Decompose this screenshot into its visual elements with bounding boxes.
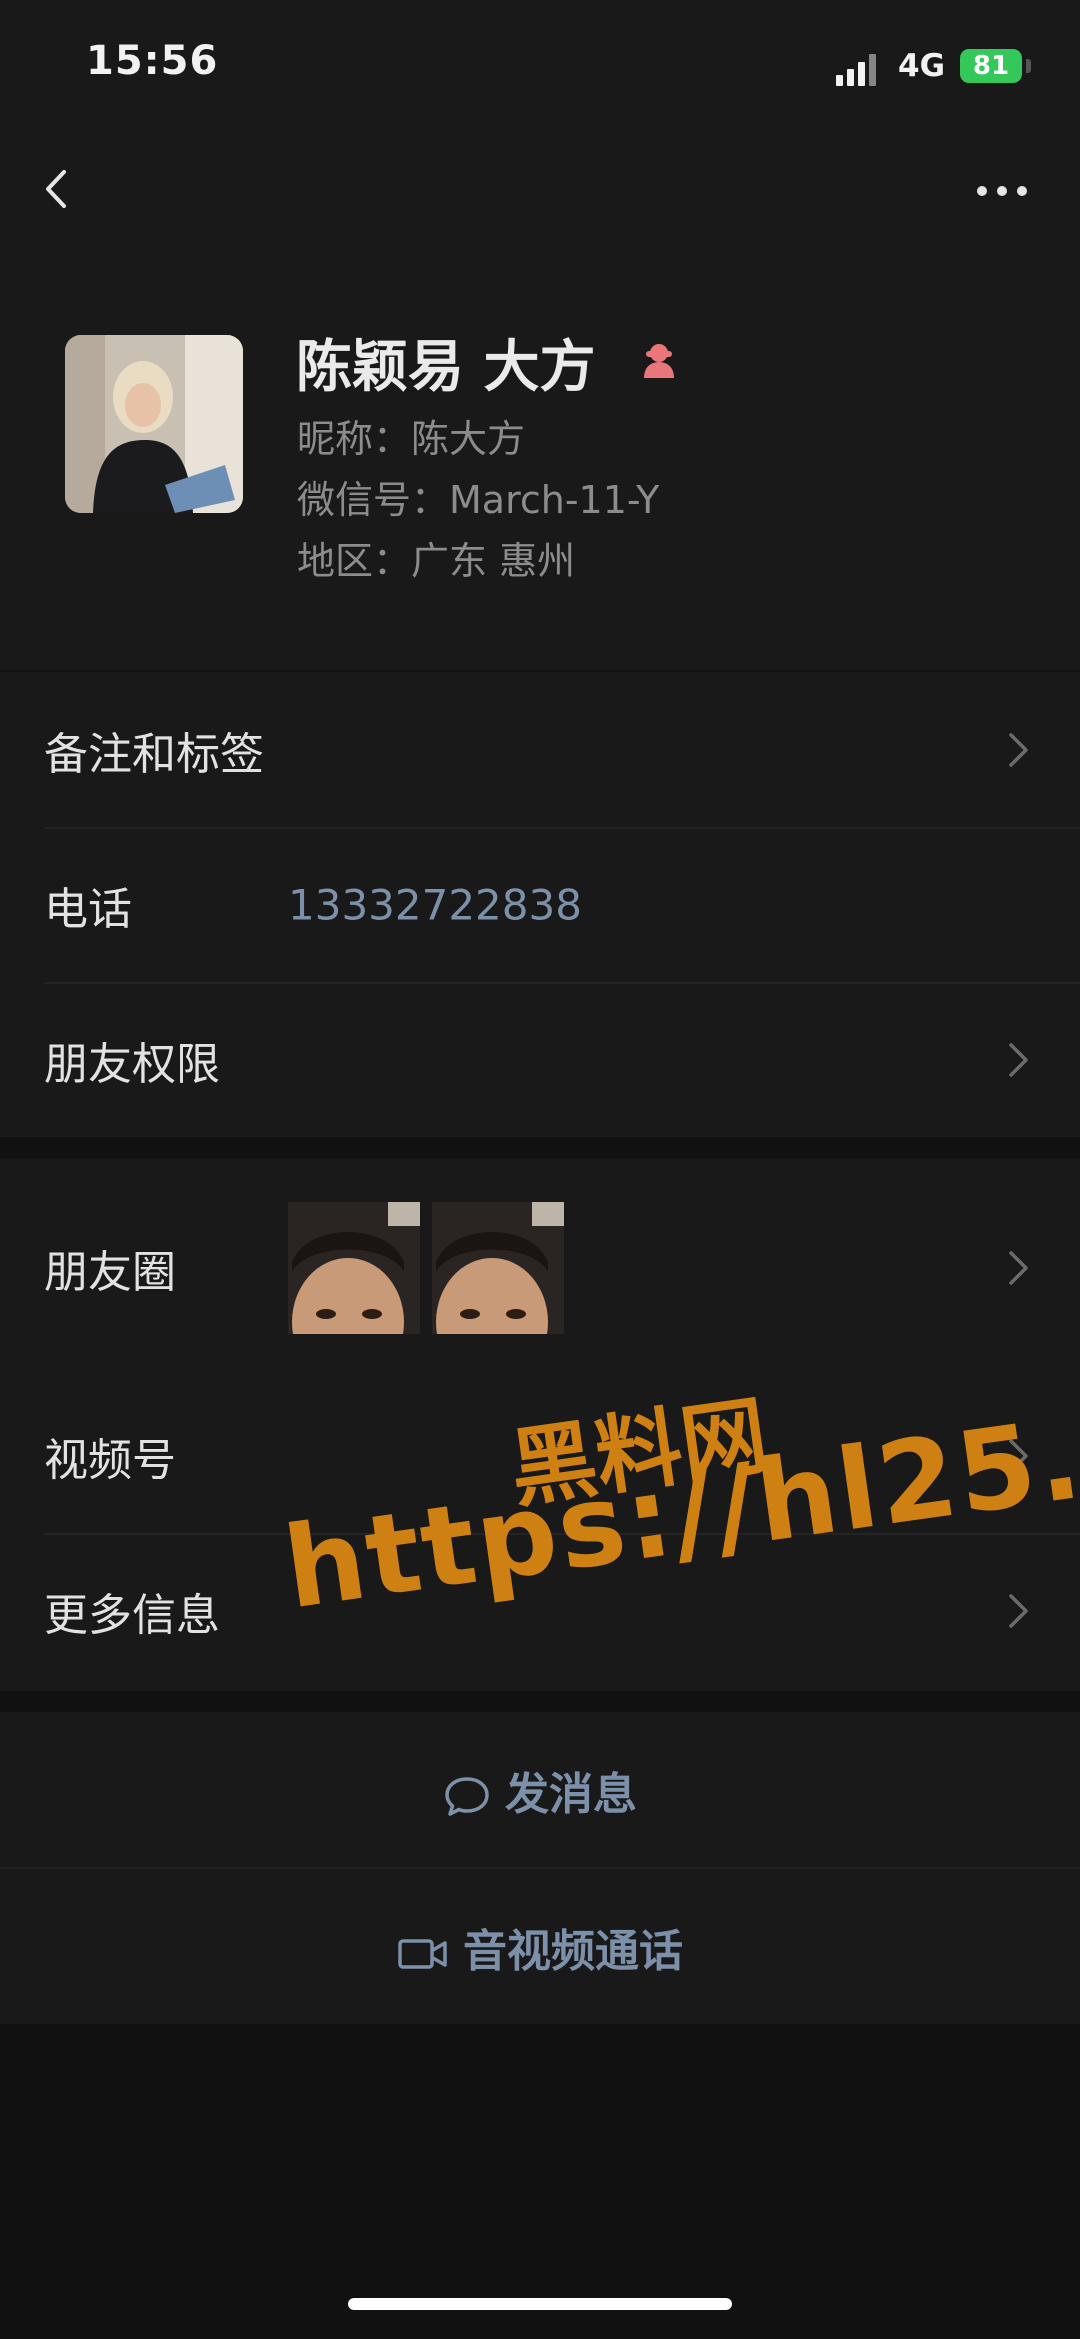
- chat-bubble-icon: [445, 1776, 489, 1816]
- home-indicator[interactable]: [348, 2298, 732, 2310]
- female-icon: [636, 338, 682, 384]
- battery-icon: 81: [960, 49, 1022, 83]
- phone-label: 电话: [44, 883, 132, 935]
- remarks-label: 备注和标签: [44, 728, 264, 780]
- remarks-row[interactable]: 备注和标签: [0, 672, 1080, 827]
- video-call-button[interactable]: 音视频通话: [0, 1869, 1080, 2024]
- chevron-right-icon: [1009, 1251, 1028, 1285]
- moments-label: 朋友圈: [44, 1247, 176, 1298]
- ellipsis-icon[interactable]: [972, 166, 1032, 216]
- region: 地区：广东 惠州: [297, 539, 576, 583]
- phone-row[interactable]: 电话 13332722838: [0, 827, 1080, 982]
- nickname: 昵称：陈大方: [297, 417, 526, 461]
- avatar[interactable]: [65, 335, 243, 513]
- send-message-label: 发消息: [505, 1768, 637, 1820]
- more-info-label: 更多信息: [44, 1589, 220, 1641]
- info-group: 备注和标签 电话 13332722838 朋友权限: [0, 672, 1080, 1137]
- moments-thumbnail: [432, 1202, 564, 1334]
- chevron-right-icon: [1009, 732, 1028, 767]
- battery-nub: [1026, 59, 1031, 73]
- phone-number[interactable]: 13332722838: [288, 880, 582, 929]
- video-camera-icon: [398, 1938, 447, 1969]
- permissions-label: 朋友权限: [44, 1038, 220, 1090]
- permissions-row[interactable]: 朋友权限: [0, 982, 1080, 1137]
- chevron-right-icon: [1009, 1042, 1028, 1077]
- chevron-left-icon[interactable]: [36, 164, 86, 214]
- network-type: 4G: [898, 48, 946, 84]
- channels-label: 视频号: [44, 1434, 176, 1486]
- moments-thumbnail: [288, 1202, 420, 1334]
- chevron-right-icon: [1009, 1593, 1028, 1628]
- profile-name: 陈颖易 大方: [296, 335, 596, 400]
- video-call-label: 音视频通话: [463, 1925, 683, 1977]
- wechat-id: 微信号：March-11-Y: [297, 478, 660, 522]
- signal-strength-icon: [836, 52, 880, 86]
- send-message-button[interactable]: 发消息: [0, 1712, 1080, 1867]
- battery-level: 81: [972, 51, 1010, 81]
- profile-header: 陈颖易 大方 昵称：陈大方 微信号：March-11-Y 地区：广东 惠州: [0, 250, 1080, 670]
- top-nav: [0, 130, 1080, 250]
- status-bar: 15:56 4G 81: [0, 0, 1080, 130]
- moments-row[interactable]: 朋友圈: [0, 1158, 1080, 1378]
- clock: 15:56: [86, 38, 219, 84]
